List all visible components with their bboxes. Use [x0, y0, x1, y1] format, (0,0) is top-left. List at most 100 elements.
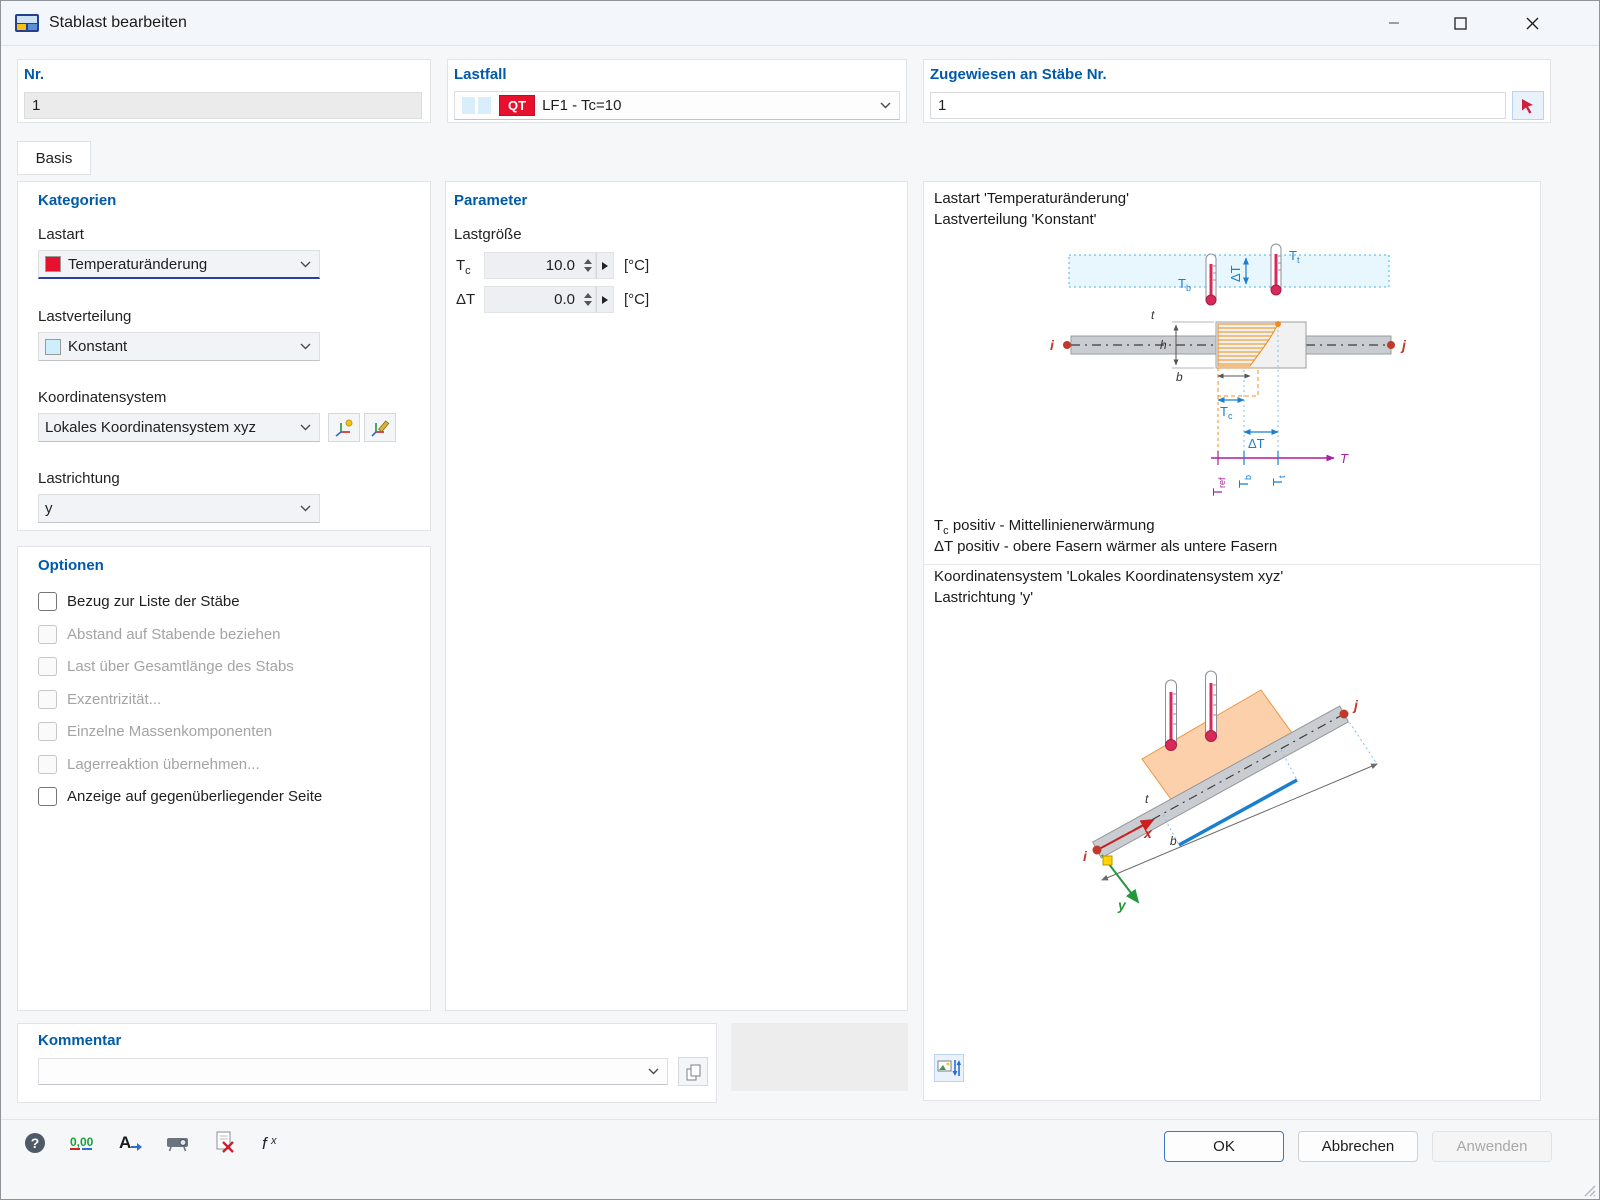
label-x-axis: x — [1143, 825, 1153, 841]
kommentar-combobox[interactable] — [38, 1058, 668, 1085]
chevron-down-icon — [300, 424, 311, 431]
dialog-stablast-bearbeiten: Stablast bearbeiten Nr. 1 Lastfall QT LF… — [0, 0, 1600, 1200]
label-tt-top: Tt — [1289, 248, 1300, 265]
tab-basis-label: Basis — [36, 150, 73, 167]
lastverteilung-select[interactable]: Konstant — [38, 332, 320, 361]
kategorien-panel: Kategorien Lastart Temperaturänderung La… — [17, 181, 431, 531]
dt-value: 0.0 — [485, 291, 581, 308]
pick-members-button[interactable] — [1512, 91, 1544, 120]
projector-button[interactable] — [159, 1125, 197, 1161]
zugewiesen-label: Zugewiesen an Stäbe Nr. — [930, 66, 1107, 83]
chevron-down-icon — [300, 261, 311, 268]
tab-basis[interactable]: Basis — [17, 141, 91, 175]
ok-button[interactable]: OK — [1164, 1131, 1284, 1162]
apply-button: Anwenden — [1432, 1131, 1552, 1162]
delete-load-button[interactable] — [207, 1125, 245, 1161]
preview-koordinatensystem-line: Koordinatensystem 'Lokales Koordinatensy… — [934, 568, 1283, 585]
spin-up-icon — [584, 259, 592, 264]
loadcase-pattern-icon — [461, 96, 476, 115]
dt-slider-button[interactable] — [596, 286, 614, 313]
label-tt-axis: Tt — [1270, 475, 1287, 486]
lastfall-select[interactable]: QT LF1 - Tc=10 — [454, 91, 900, 120]
option-label: Einzelne Massenkomponenten — [67, 723, 272, 740]
right-triangle-icon — [602, 262, 608, 270]
lastart-select[interactable]: Temperaturänderung — [38, 250, 320, 279]
copy-comment-button[interactable] — [678, 1057, 708, 1086]
lastart-label: Lastart — [38, 226, 84, 243]
checkbox — [38, 690, 57, 709]
member-3d-diagram: x y i j t b — [926, 612, 1531, 952]
tc-slider-button[interactable] — [596, 252, 614, 279]
dt-symbol: ΔT — [456, 291, 475, 311]
cancel-button[interactable]: Abbrechen — [1298, 1131, 1418, 1162]
lastfall-value: LF1 - Tc=10 — [542, 97, 621, 114]
tc-symbol: Tc — [456, 257, 471, 277]
cancel-label: Abbrechen — [1322, 1138, 1395, 1155]
checkbox — [38, 755, 57, 774]
maximize-button[interactable] — [1437, 1, 1483, 45]
function-editor-button[interactable]: f x — [253, 1125, 291, 1161]
resize-grip[interactable] — [1581, 1183, 1597, 1197]
lastrichtung-select[interactable]: y — [38, 494, 320, 523]
tc-input[interactable]: 10.0 — [484, 252, 596, 279]
close-icon — [1526, 17, 1539, 30]
loadcase-qt-badge: QT — [499, 95, 535, 116]
pick-arrow-icon — [1518, 96, 1538, 116]
label-tb-axis: Tb — [1236, 475, 1253, 488]
kommentar-panel: Kommentar — [17, 1023, 717, 1103]
chevron-down-icon — [648, 1068, 659, 1075]
zugewiesen-groupbox: Zugewiesen an Stäbe Nr. 1 — [923, 59, 1551, 123]
edit-coordinate-system-button[interactable] — [364, 413, 396, 442]
lastrichtung-label: Lastrichtung — [38, 470, 120, 487]
checkbox[interactable] — [38, 592, 57, 611]
zugewiesen-value: 1 — [938, 97, 946, 114]
nr-input[interactable]: 1 — [24, 92, 422, 119]
preview-swap-button[interactable] — [934, 1054, 964, 1082]
label-t: t — [1151, 308, 1155, 322]
svg-text:f: f — [262, 1134, 269, 1153]
thermometer-icon — [1166, 680, 1177, 751]
option-exzentrizitaet: Exzentrizität... — [38, 688, 161, 710]
option-label: Anzeige auf gegenüberliegender Seite — [67, 788, 322, 805]
display-settings-button[interactable]: A — [111, 1125, 149, 1161]
close-button[interactable] — [1509, 1, 1555, 45]
apply-label: Anwenden — [1457, 1138, 1528, 1155]
checkbox[interactable] — [38, 787, 57, 806]
tc-spinner[interactable] — [581, 253, 595, 278]
units-settings-button[interactable]: 0,00 — [63, 1125, 101, 1161]
new-coordinate-system-button[interactable] — [328, 413, 360, 442]
lastart-value: Temperaturänderung — [68, 256, 207, 273]
chevron-down-icon — [300, 343, 311, 350]
option-lagerreaktion: Lagerreaktion übernehmen... — [38, 753, 260, 775]
chevron-down-icon — [880, 102, 891, 109]
lastrichtung-value: y — [45, 500, 53, 517]
dt-input[interactable]: 0.0 — [484, 286, 596, 313]
thermometer-icon — [1206, 254, 1216, 305]
label-t-axis: T — [1340, 451, 1349, 466]
zugewiesen-input[interactable]: 1 — [930, 92, 1506, 119]
option-label: Abstand auf Stabende beziehen — [67, 626, 281, 643]
ok-label: OK — [1213, 1138, 1235, 1155]
font-display-icon: A — [117, 1130, 143, 1156]
koordinatensystem-label: Koordinatensystem — [38, 389, 166, 406]
lastverteilung-label: Lastverteilung — [38, 308, 131, 325]
option-bezug-zur-liste[interactable]: Bezug zur Liste der Stäbe — [38, 590, 240, 612]
minimize-button[interactable] — [1371, 1, 1417, 45]
loadcase-pattern-icon — [477, 96, 492, 115]
koordinatensystem-select[interactable]: Lokales Koordinatensystem xyz — [38, 413, 320, 442]
svg-text:A: A — [119, 1133, 131, 1152]
right-triangle-icon — [602, 296, 608, 304]
lastgroesse-label: Lastgröße — [454, 226, 522, 243]
titlebar: Stablast bearbeiten — [1, 1, 1599, 46]
dt-spinner[interactable] — [581, 287, 595, 312]
dt-unit: [°C] — [624, 291, 649, 308]
document-delete-icon — [213, 1130, 239, 1156]
help-button[interactable]: ? — [16, 1125, 54, 1161]
help-icon: ? — [22, 1130, 48, 1156]
tc-unit: [°C] — [624, 257, 649, 274]
preview-note-dt: ΔT positiv - obere Fasern wärmer als unt… — [934, 538, 1277, 555]
option-anzeige-gegenueber[interactable]: Anzeige auf gegenüberliegender Seite — [38, 785, 322, 807]
option-abstand-stabende: Abstand auf Stabende beziehen — [38, 623, 281, 645]
svg-text:?: ? — [31, 1135, 40, 1151]
label-y-axis: y — [1117, 897, 1127, 913]
